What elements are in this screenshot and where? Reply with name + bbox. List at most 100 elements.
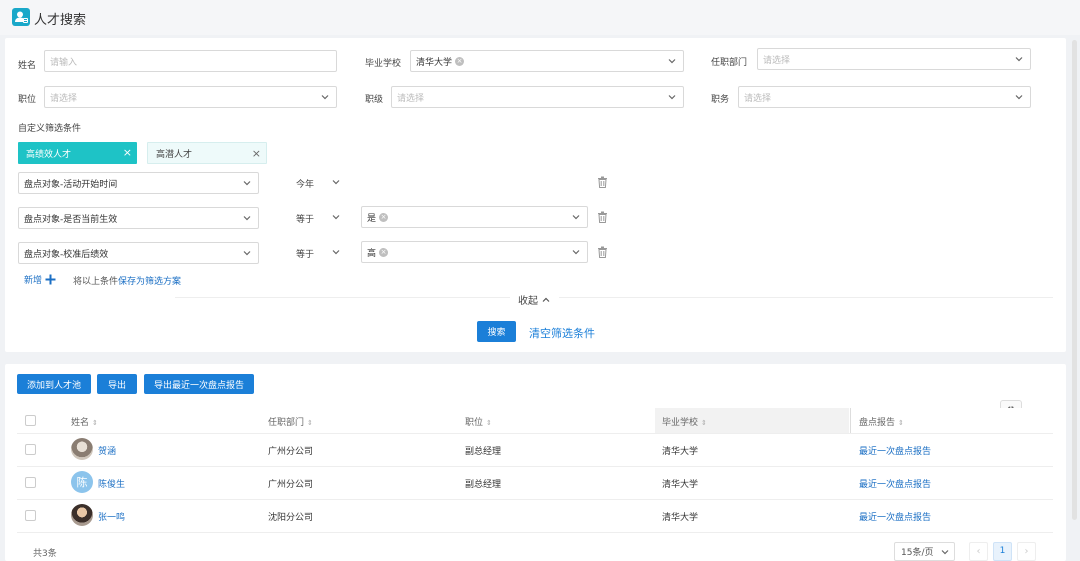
department-select[interactable]: 请选择 — [757, 48, 1031, 70]
condition-value-label: 高 — [367, 248, 377, 259]
chevron-left-icon: ‹ — [976, 546, 981, 557]
chevron-down-icon — [321, 95, 329, 100]
page-scrollbar[interactable] — [1072, 40, 1077, 520]
condition-value-select[interactable]: 高 × — [361, 241, 588, 263]
prev-page-button[interactable]: ‹ — [969, 542, 988, 561]
condition-field-value: 盘点对象-校准后绩效 — [24, 249, 109, 260]
report-link[interactable]: 最近一次盘点报告 — [859, 444, 931, 457]
clear-filters-link[interactable]: 清空筛选条件 — [529, 325, 595, 341]
column-header-position[interactable]: 职位 ⇕ — [465, 415, 492, 428]
row-checkbox[interactable] — [25, 510, 36, 521]
chevron-down-icon — [243, 216, 251, 221]
add-to-pool-button[interactable]: 添加到人才池 — [17, 374, 91, 394]
column-header-report[interactable]: 盘点报告 ⇕ — [859, 415, 904, 428]
school-cell: 清华大学 — [662, 447, 699, 457]
chevron-down-icon — [243, 251, 251, 256]
close-icon[interactable]: × — [252, 147, 261, 160]
add-condition-button[interactable]: 新增 — [24, 273, 56, 286]
sort-icon: ⇕ — [307, 419, 313, 427]
position-placeholder: 请选择 — [50, 93, 78, 104]
remove-chip-icon[interactable]: × — [455, 56, 465, 66]
remove-chip-icon[interactable]: × — [379, 212, 389, 222]
user-card-icon — [12, 8, 30, 26]
employee-name-link[interactable]: 张一鸣 — [98, 510, 125, 523]
row-checkbox[interactable] — [25, 444, 36, 455]
condition-operator-select[interactable]: 等于 — [286, 242, 350, 264]
total-count: 共3条 — [33, 549, 57, 559]
condition-field-select[interactable]: 盘点对象-活动开始时间 — [18, 172, 259, 194]
plus-icon — [45, 274, 56, 285]
chevron-down-icon — [332, 180, 340, 185]
report-link[interactable]: 最近一次盘点报告 — [859, 477, 931, 490]
next-page-button[interactable]: › — [1017, 542, 1036, 561]
chevron-down-icon — [332, 215, 340, 220]
condition-operator-value: 今年 — [296, 180, 315, 190]
save-scheme-link[interactable]: 保存为筛选方案 — [118, 277, 181, 287]
position-select[interactable]: 请选择 — [44, 86, 337, 108]
export-button[interactable]: 导出 — [97, 374, 137, 394]
condition-value-select[interactable]: 是 × — [361, 206, 588, 228]
remove-chip-icon[interactable]: × — [379, 247, 389, 257]
report-link[interactable]: 最近一次盘点报告 — [859, 510, 931, 523]
add-condition-label: 新增 — [24, 276, 43, 286]
tag-high-performance[interactable]: 高绩效人才 × — [18, 142, 137, 164]
page-size-select[interactable]: 15条/页 — [894, 542, 955, 561]
duty-select[interactable]: 请选择 — [738, 86, 1031, 108]
sort-icon: ⇕ — [486, 419, 492, 427]
collapse-toggle[interactable]: 收起 — [510, 292, 559, 307]
employee-name-link[interactable]: 贺涵 — [98, 444, 116, 457]
column-header-label: 盘点报告 — [859, 418, 896, 428]
chevron-down-icon — [941, 550, 949, 555]
row-checkbox[interactable] — [25, 477, 36, 488]
column-header-label: 姓名 — [71, 418, 90, 428]
save-scheme-prefix: 将以上条件 — [73, 277, 119, 287]
chevron-up-icon — [542, 297, 550, 302]
school-label: 毕业学校 — [365, 59, 402, 69]
select-all-checkbox[interactable] — [25, 415, 36, 426]
chevron-down-icon — [572, 250, 580, 255]
name-input[interactable]: 请输入 — [44, 50, 337, 72]
department-cell: 广州分公司 — [268, 480, 314, 490]
condition-field-value: 盘点对象-活动开始时间 — [24, 179, 118, 190]
employee-name-link[interactable]: 陈俊生 — [98, 477, 125, 490]
column-header-name[interactable]: 姓名 ⇕ — [71, 415, 98, 428]
page-number-button[interactable]: 1 — [993, 542, 1012, 561]
school-chip: 清华大学 × — [416, 55, 465, 68]
column-header-school[interactable]: 毕业学校 ⇕ — [662, 415, 707, 428]
save-scheme-text: 将以上条件保存为筛选方案 — [73, 274, 181, 287]
condition-operator-select[interactable]: 等于 — [286, 207, 350, 229]
divider — [17, 532, 1053, 533]
condition-value-chip: 是 × — [367, 211, 389, 224]
position-cell: 副总经理 — [465, 447, 502, 457]
condition-field-select[interactable]: 盘点对象-是否当前生效 — [18, 207, 259, 229]
avatar: 陈 — [71, 471, 93, 493]
rank-select[interactable]: 请选择 — [391, 86, 684, 108]
custom-filter-label: 自定义筛选条件 — [18, 124, 82, 134]
search-button[interactable]: 搜索 — [477, 321, 516, 342]
chevron-down-icon — [668, 95, 676, 100]
top-bar — [0, 0, 1080, 35]
trash-icon[interactable] — [597, 176, 608, 188]
export-report-button[interactable]: 导出最近一次盘点报告 — [144, 374, 254, 394]
position-label: 职位 — [18, 95, 37, 105]
name-label: 姓名 — [18, 61, 37, 71]
chevron-down-icon — [668, 59, 676, 64]
close-icon[interactable]: × — [123, 146, 132, 159]
school-cell: 清华大学 — [662, 480, 699, 490]
condition-field-select[interactable]: 盘点对象-校准后绩效 — [18, 242, 259, 264]
school-select[interactable]: 清华大学 × — [410, 50, 684, 72]
sort-icon: ⇕ — [92, 419, 98, 427]
condition-operator-value: 等于 — [296, 250, 315, 260]
chevron-down-icon — [1015, 57, 1023, 62]
chevron-down-icon — [572, 215, 580, 220]
trash-icon[interactable] — [597, 246, 608, 258]
condition-value-chip: 高 × — [367, 246, 389, 259]
trash-icon[interactable] — [597, 211, 608, 223]
rank-label: 职级 — [365, 95, 384, 105]
collapse-label: 收起 — [518, 296, 538, 307]
condition-operator-select[interactable]: 今年 — [286, 172, 350, 194]
tag-label: 高绩效人才 — [26, 149, 72, 160]
tag-high-potential[interactable]: 高潜人才 × — [147, 142, 267, 164]
sort-icon: ⇕ — [898, 419, 904, 427]
column-header-department[interactable]: 任职部门 ⇕ — [268, 415, 313, 428]
